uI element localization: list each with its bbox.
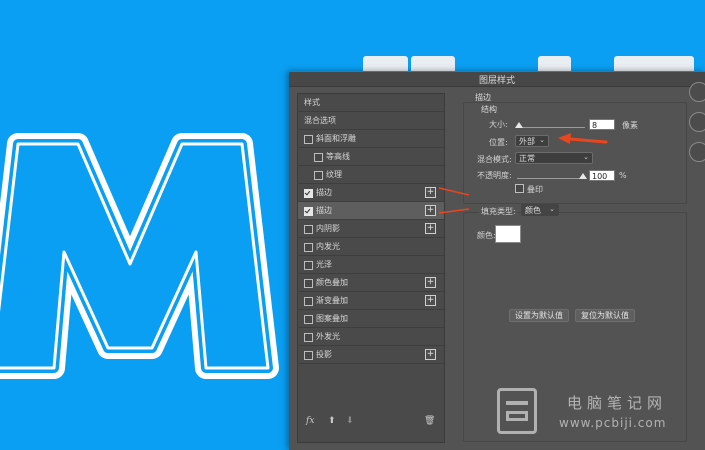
fill-type-value: 颜色 (525, 206, 541, 215)
side-control[interactable] (689, 112, 705, 132)
add-effect-icon[interactable]: + (425, 277, 436, 288)
style-item-label: 光泽 (316, 260, 332, 269)
style-item-checkbox[interactable] (304, 351, 313, 360)
add-effect-icon[interactable]: + (425, 295, 436, 306)
styles-list-panel: 样式 混合选项 斜面和浮雕 等高线 纹理 描边 + 描边 + 内阴影 + 内发光 光泽 颜色叠加 + 渐变… (297, 93, 445, 443)
chevron-down-icon: ⌄ (583, 153, 589, 161)
style-item[interactable]: 颜色叠加 + (298, 274, 444, 292)
side-control[interactable] (689, 142, 705, 162)
dialog-title: 图层样式 (478, 76, 515, 86)
blend-mode-select[interactable]: 正常 ⌄ (515, 152, 593, 164)
style-item-checkbox[interactable] (314, 153, 323, 162)
style-item[interactable]: 描边 + (298, 202, 444, 220)
style-item[interactable]: 图案叠加 (298, 310, 444, 328)
style-item-checkbox[interactable] (304, 225, 313, 234)
add-effect-icon[interactable]: + (425, 223, 436, 234)
opacity-slider-thumb[interactable] (579, 173, 587, 179)
dialog-title-bar[interactable]: 图层样式 (289, 72, 705, 87)
style-item-checkbox[interactable] (304, 315, 313, 324)
structure-title: 结构 (481, 105, 497, 114)
opacity-input[interactable]: 100 (589, 170, 615, 181)
style-item[interactable]: 渐变叠加 + (298, 292, 444, 310)
fx-icon[interactable]: fx (306, 416, 314, 426)
style-item[interactable]: 等高线 (298, 148, 444, 166)
add-effect-icon[interactable]: + (425, 205, 436, 216)
styles-header[interactable]: 样式 (298, 94, 444, 112)
style-item-checkbox[interactable] (304, 261, 313, 270)
style-item-label: 纹理 (326, 170, 342, 179)
style-item-checkbox[interactable] (304, 279, 313, 288)
watermark: 电脑笔记网 www.pcbiji.com (497, 388, 705, 438)
style-item-label: 投影 (316, 350, 332, 359)
style-item[interactable]: 纹理 (298, 166, 444, 184)
style-item-checkbox[interactable] (304, 333, 313, 342)
position-select[interactable]: 外部 ⌄ (515, 135, 549, 147)
side-control[interactable] (689, 82, 705, 102)
watermark-title: 电脑笔记网 (567, 394, 668, 412)
set-default-button[interactable]: 设置为默认值 (509, 309, 569, 322)
style-item[interactable]: 光泽 (298, 256, 444, 274)
fill-type-label: 填充类型: (479, 206, 518, 217)
style-item-label: 外发光 (316, 332, 340, 341)
style-item-checkbox[interactable] (304, 243, 313, 252)
style-item-label: 等高线 (326, 152, 350, 161)
style-item-checkbox[interactable] (304, 207, 313, 216)
canvas-letter-m (0, 133, 279, 379)
color-swatch[interactable] (495, 225, 521, 243)
opacity-label: 不透明度: (477, 171, 512, 180)
add-effect-icon[interactable]: + (425, 187, 436, 198)
style-item[interactable]: 投影 + (298, 346, 444, 364)
overprint-label: 叠印 (527, 185, 543, 194)
style-item[interactable]: 外发光 (298, 328, 444, 346)
style-item-label: 斜面和浮雕 (316, 134, 356, 143)
style-item[interactable]: 描边 + (298, 184, 444, 202)
styles-header-label: 样式 (304, 98, 320, 107)
opacity-unit: % (619, 171, 627, 180)
style-item-label: 颜色叠加 (316, 278, 348, 287)
style-item-label: 图案叠加 (316, 314, 348, 323)
size-unit: 像素 (622, 121, 638, 130)
style-item-label: 描边 (316, 206, 332, 215)
size-slider-track[interactable] (517, 127, 585, 128)
style-item[interactable]: 斜面和浮雕 (298, 130, 444, 148)
red-pointer-lines (438, 187, 470, 214)
watermark-url: www.pcbiji.com (559, 416, 667, 430)
style-item-checkbox[interactable] (304, 135, 313, 144)
styles-list-footer: fx ⬆ ⬇ 🗑 (298, 410, 444, 440)
style-item-checkbox[interactable] (304, 189, 313, 198)
size-slider-thumb[interactable] (515, 122, 523, 128)
size-input[interactable]: 8 (589, 119, 615, 130)
overprint-checkbox[interactable] (515, 184, 524, 193)
style-item-label: 描边 (316, 188, 332, 197)
move-down-icon[interactable]: ⬇ (346, 416, 354, 426)
style-item[interactable]: 内阴影 + (298, 220, 444, 238)
style-item-label: 内阴影 (316, 224, 340, 233)
style-item-checkbox[interactable] (314, 171, 323, 180)
blend-options-label: 混合选项 (304, 116, 336, 125)
color-label: 颜色: (477, 231, 496, 240)
opacity-slider-track[interactable] (517, 178, 585, 179)
chevron-down-icon: ⌄ (539, 136, 545, 144)
blend-options-item[interactable]: 混合选项 (298, 112, 444, 130)
blend-mode-value: 正常 (519, 154, 535, 163)
watermark-logo-icon (497, 388, 537, 434)
style-item-label: 渐变叠加 (316, 296, 348, 305)
red-arrow-annotation (558, 133, 608, 144)
add-effect-icon[interactable]: + (425, 349, 436, 360)
style-item-label: 内发光 (316, 242, 340, 251)
position-value: 外部 (519, 137, 535, 146)
reset-default-button[interactable]: 复位为默认值 (575, 309, 635, 322)
size-label: 大小: (489, 120, 508, 129)
trash-icon[interactable]: 🗑 (424, 416, 435, 426)
style-item[interactable]: 内发光 (298, 238, 444, 256)
chevron-down-icon: ⌄ (549, 205, 555, 213)
blend-mode-label: 混合模式: (477, 155, 512, 164)
position-label: 位置: (489, 138, 508, 147)
move-up-icon[interactable]: ⬆ (328, 416, 336, 426)
style-item-checkbox[interactable] (304, 297, 313, 306)
fill-type-select[interactable]: 颜色 ⌄ (521, 204, 559, 216)
